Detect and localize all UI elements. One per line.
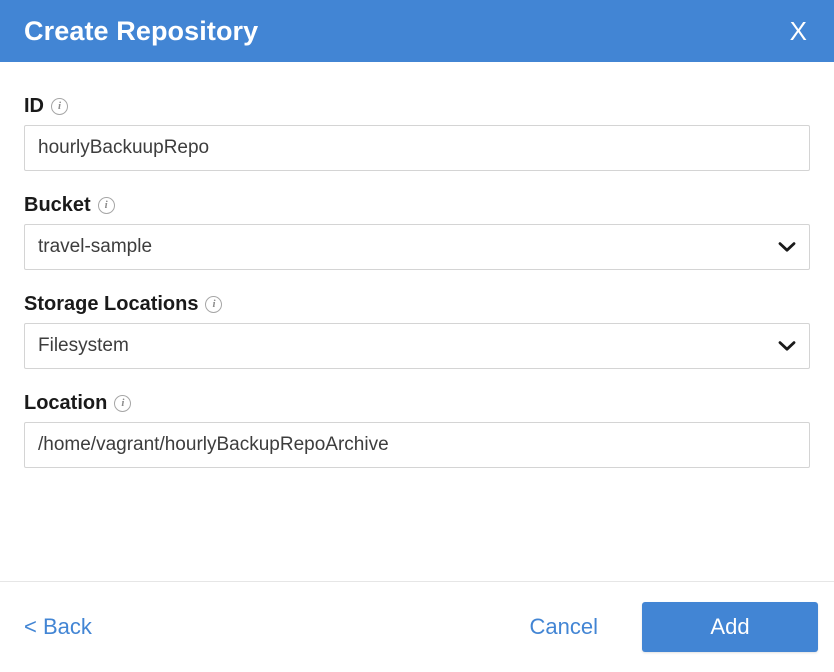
form-group-storage-locations: Storage Locations i Filesystem xyxy=(24,293,810,369)
bucket-select-value: travel-sample xyxy=(38,236,152,258)
form-group-bucket: Bucket i travel-sample xyxy=(24,194,810,270)
location-input-value: /home/vagrant/hourlyBackupRepoArchive xyxy=(38,434,389,456)
field-label-bucket: Bucket i xyxy=(24,194,810,216)
create-repository-dialog: Create Repository X ID i hourlyBackuupRe… xyxy=(0,0,834,672)
storage-locations-select-value: Filesystem xyxy=(38,335,129,357)
storage-locations-select[interactable]: Filesystem xyxy=(24,323,810,369)
id-input-value: hourlyBackuupRepo xyxy=(38,137,209,159)
info-icon[interactable]: i xyxy=(51,98,68,115)
bucket-select[interactable]: travel-sample xyxy=(24,224,810,270)
chevron-down-icon xyxy=(778,340,796,352)
dialog-footer: < Back Cancel Add xyxy=(0,581,834,672)
chevron-down-icon xyxy=(778,241,796,253)
info-icon[interactable]: i xyxy=(98,197,115,214)
field-label-text-id: ID xyxy=(24,95,44,117)
field-label-text-storage-locations: Storage Locations xyxy=(24,293,198,315)
field-label-text-location: Location xyxy=(24,392,107,414)
back-button[interactable]: < Back xyxy=(24,614,92,640)
dialog-body: ID i hourlyBackuupRepo Bucket i travel-s… xyxy=(0,62,834,581)
field-label-storage-locations: Storage Locations i xyxy=(24,293,810,315)
form-group-id: ID i hourlyBackuupRepo xyxy=(24,95,810,171)
info-icon[interactable]: i xyxy=(114,395,131,412)
close-icon[interactable]: X xyxy=(784,16,813,46)
field-label-id: ID i xyxy=(24,95,810,117)
dialog-title: Create Repository xyxy=(24,18,258,45)
field-label-text-bucket: Bucket xyxy=(24,194,91,216)
add-button[interactable]: Add xyxy=(642,602,818,652)
info-icon[interactable]: i xyxy=(205,296,222,313)
cancel-button[interactable]: Cancel xyxy=(530,614,598,640)
location-input[interactable]: /home/vagrant/hourlyBackupRepoArchive xyxy=(24,422,810,468)
id-input[interactable]: hourlyBackuupRepo xyxy=(24,125,810,171)
field-label-location: Location i xyxy=(24,392,810,414)
form-group-location: Location i /home/vagrant/hourlyBackupRep… xyxy=(24,392,810,468)
dialog-header: Create Repository X xyxy=(0,0,834,62)
